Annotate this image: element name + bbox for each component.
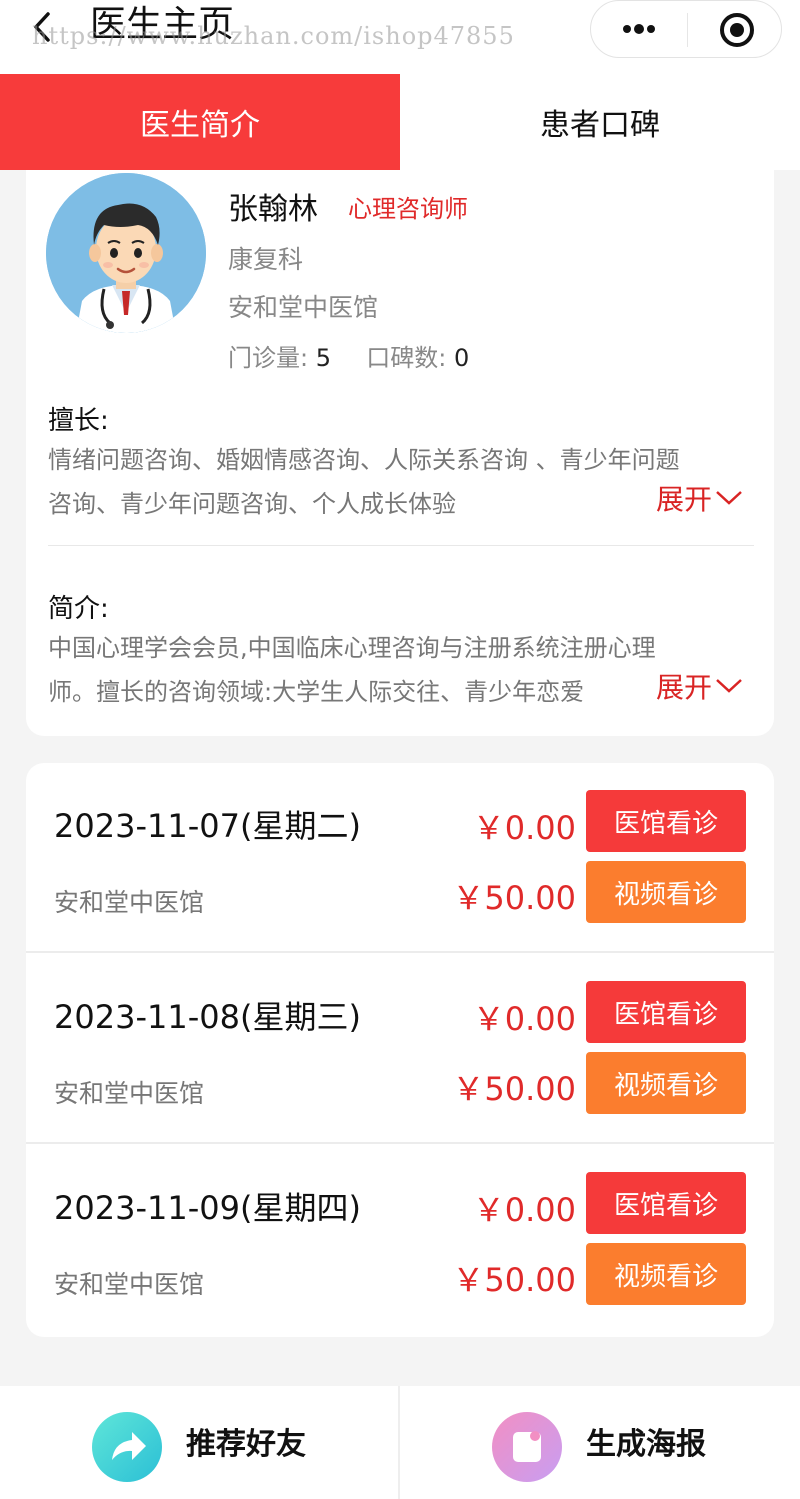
intro-line-1: 中国心理学会会员,中国临床心理咨询与注册系统注册心理 [48, 634, 656, 662]
recommend-friend-label: 推荐好友 [186, 1427, 306, 1462]
doctor-info-card: 张翰林 心理咨询师 康复科 安和堂中医馆 门诊量: 5 口碑数: 0 擅长: 情… [26, 170, 774, 736]
clinic-visit-button[interactable]: 医馆看诊 [586, 1172, 746, 1234]
generate-poster-label: 生成海报 [586, 1427, 706, 1462]
bottom-action-bar: 推荐好友 生成海报 [0, 1386, 800, 1499]
tab-patient-reviews[interactable]: 患者口碑 [400, 74, 800, 170]
capsule-divider [687, 13, 688, 47]
tab-bar: 医生简介 患者口碑 [0, 74, 800, 170]
visits-label: 门诊量: [228, 344, 309, 372]
generate-poster-button[interactable]: 生成海报 [400, 1386, 800, 1499]
specialty-expand-button[interactable]: 展开 [656, 478, 744, 518]
doctor-name: 张翰林 [228, 192, 318, 227]
intro-text: 中国心理学会会员,中国临床心理咨询与注册系统注册心理 师。擅长的咨询领域:大学生… [48, 626, 753, 714]
doctor-avatar [46, 173, 206, 333]
mini-program-capsule [590, 0, 782, 58]
clinic-price: ￥0.00 [472, 1191, 576, 1229]
poster-icon [492, 1412, 562, 1482]
row-divider [26, 951, 774, 953]
clinic-visit-button[interactable]: 医馆看诊 [586, 981, 746, 1043]
schedule-hospital: 安和堂中医馆 [54, 1270, 205, 1299]
video-price: ￥50.00 [452, 879, 576, 917]
doctor-title: 心理咨询师 [348, 195, 468, 223]
schedule-hospital: 安和堂中医馆 [54, 888, 205, 917]
schedule-date: 2023-11-09(星期四) [54, 1189, 361, 1227]
intro-label: 简介: [48, 594, 109, 624]
tab-doctor-intro[interactable]: 医生简介 [0, 74, 400, 170]
target-icon[interactable] [717, 10, 757, 50]
schedule-row: 2023-11-09(星期四) 安和堂中医馆 ￥0.00 医馆看诊 ￥50.00… [26, 1145, 774, 1335]
video-visit-button[interactable]: 视频看诊 [586, 1052, 746, 1114]
doctor-hospital: 安和堂中医馆 [228, 293, 379, 322]
intro-line-2: 师。擅长的咨询领域:大学生人际交往、青少年恋爱 [48, 678, 585, 706]
doctor-illustration [46, 173, 206, 333]
specialty-line-1: 情绪问题咨询、婚姻情感咨询、人际关系咨询 、青少年问题 [48, 446, 680, 474]
schedule-hospital: 安和堂中医馆 [54, 1079, 205, 1108]
doctor-stats: 门诊量: 5 口碑数: 0 [228, 338, 469, 373]
specialty-label: 擅长: [48, 406, 109, 436]
more-icon[interactable] [619, 19, 659, 39]
clinic-visit-button[interactable]: 医馆看诊 [586, 790, 746, 852]
visits-count: 5 [315, 344, 332, 372]
chevron-down-icon [716, 491, 742, 505]
reviews-count: 0 [454, 344, 470, 372]
video-visit-button[interactable]: 视频看诊 [586, 1243, 746, 1305]
clinic-price: ￥0.00 [472, 809, 576, 847]
video-price: ￥50.00 [452, 1261, 576, 1299]
recommend-friend-button[interactable]: 推荐好友 [0, 1386, 400, 1499]
reviews-label: 口碑数: [366, 344, 447, 372]
schedule-row: 2023-11-08(星期三) 安和堂中医馆 ￥0.00 医馆看诊 ￥50.00… [26, 954, 774, 1144]
schedule-list: 2023-11-07(星期二) 安和堂中医馆 ￥0.00 医馆看诊 ￥50.00… [26, 763, 774, 1337]
share-icon [92, 1412, 162, 1482]
schedule-date: 2023-11-08(星期三) [54, 998, 361, 1036]
expand-label: 展开 [655, 483, 712, 516]
specialty-text: 情绪问题咨询、婚姻情感咨询、人际关系咨询 、青少年问题 咨询、青少年问题咨询、个… [48, 438, 753, 526]
video-visit-button[interactable]: 视频看诊 [586, 861, 746, 923]
expand-label: 展开 [655, 671, 712, 704]
schedule-row: 2023-11-07(星期二) 安和堂中医馆 ￥0.00 医馆看诊 ￥50.00… [26, 763, 774, 953]
section-divider [48, 545, 754, 546]
watermark-text: https://www.huzhan.com/ishop47855 [32, 22, 515, 50]
chevron-down-icon [716, 679, 742, 693]
doctor-department: 康复科 [228, 245, 304, 274]
doctor-homepage: 医生主页 https://www.huzhan.com/ishop47855 医… [0, 0, 800, 1499]
schedule-date: 2023-11-07(星期二) [54, 807, 361, 845]
nav-bar: 医生主页 https://www.huzhan.com/ishop47855 [0, 0, 800, 74]
row-divider [26, 1142, 774, 1144]
clinic-price: ￥0.00 [472, 1000, 576, 1038]
intro-expand-button[interactable]: 展开 [656, 666, 744, 706]
video-price: ￥50.00 [452, 1070, 576, 1108]
specialty-line-2: 咨询、青少年问题咨询、个人成长体验 [48, 490, 456, 518]
